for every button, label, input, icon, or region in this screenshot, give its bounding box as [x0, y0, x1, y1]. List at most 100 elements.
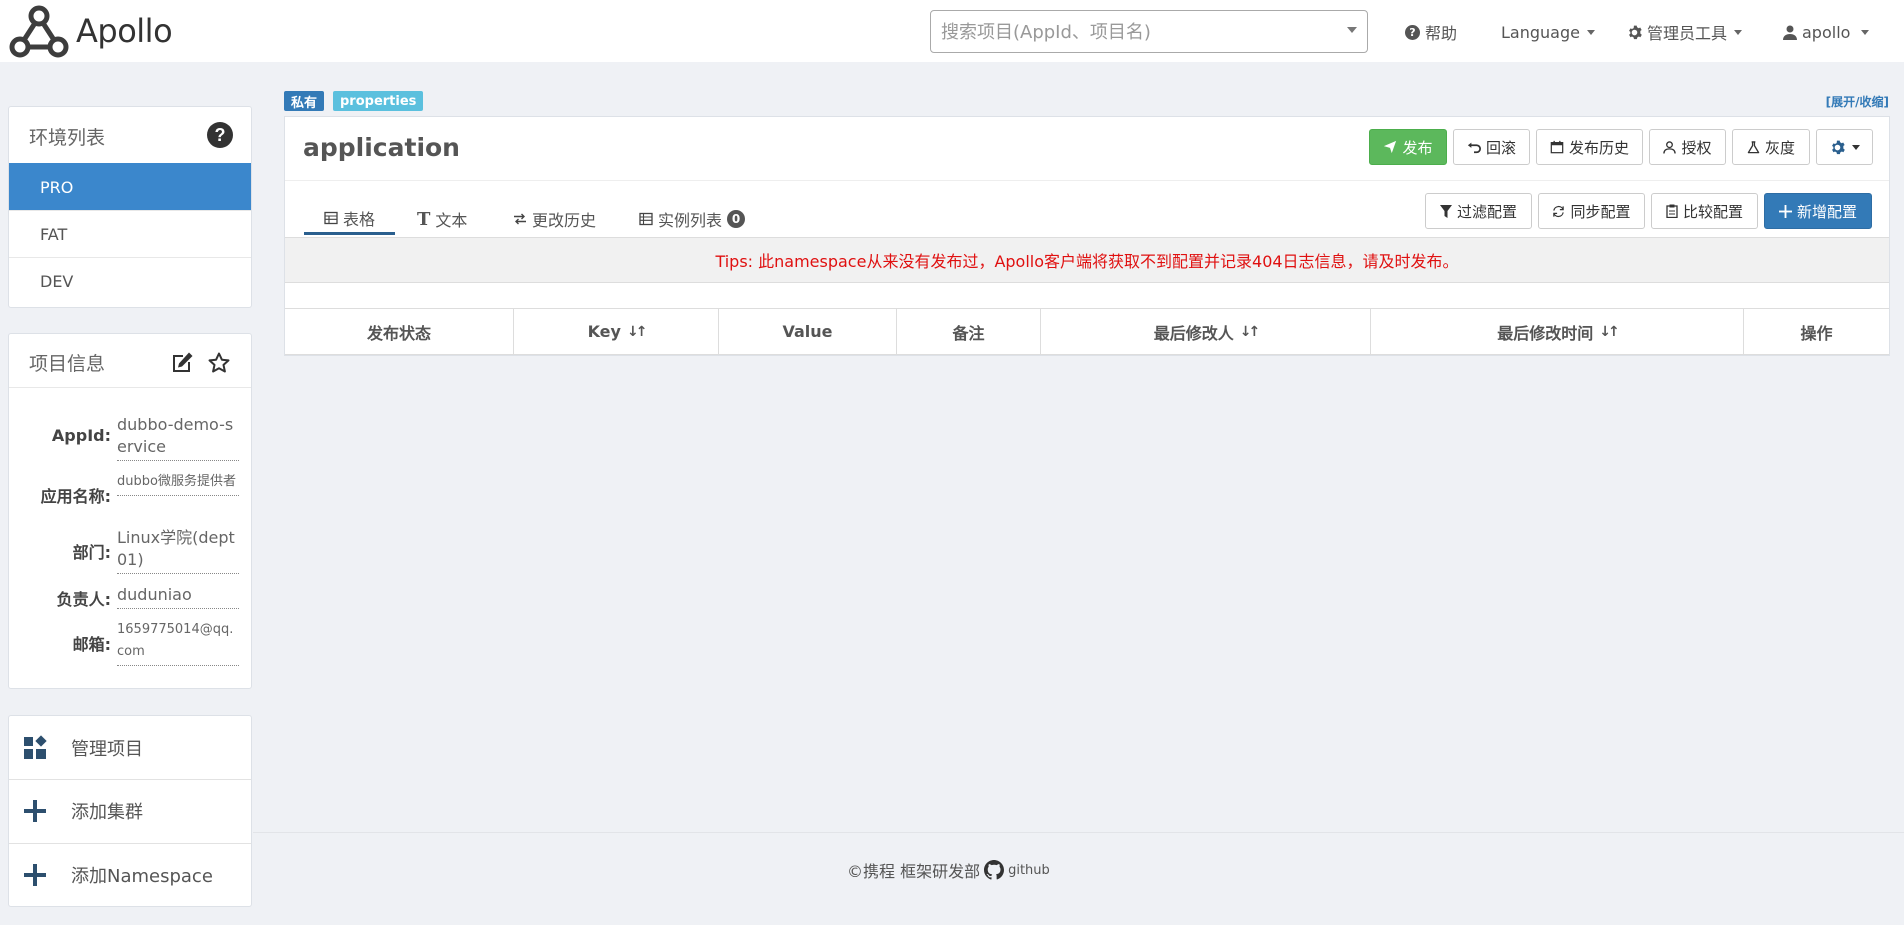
- caret-down-icon: [1851, 144, 1860, 150]
- help-link[interactable]: ? 帮助: [1405, 20, 1457, 44]
- release-history-button[interactable]: 发布历史: [1536, 129, 1643, 165]
- brand-name[interactable]: Apollo: [76, 12, 173, 50]
- add-config-label: 新增配置: [1796, 202, 1857, 221]
- header-divider: [285, 180, 1889, 181]
- info-label: AppId:: [51, 426, 111, 445]
- info-value: duduniao: [117, 584, 239, 609]
- action-label: 管理项目: [71, 738, 143, 760]
- column-header-modified-time[interactable]: 最后修改时间 ↓↑: [1371, 309, 1744, 354]
- settings-dropdown-button[interactable]: [1816, 129, 1873, 165]
- info-label: 应用名称:: [40, 487, 111, 506]
- caret-down-icon: [1586, 29, 1595, 35]
- language-dropdown[interactable]: Language: [1501, 20, 1595, 44]
- column-header-key[interactable]: Key ↓↑: [514, 309, 719, 354]
- user-name: apollo: [1802, 22, 1851, 42]
- project-info-header: 项目信息: [9, 334, 251, 388]
- info-label: 部门:: [72, 543, 111, 562]
- caret-down-icon: [1861, 29, 1870, 35]
- tab-instances[interactable]: 实例列表 0: [639, 203, 746, 235]
- rollback-button[interactable]: 回滚: [1453, 129, 1530, 165]
- info-value: dubbo-demo-service: [117, 414, 239, 461]
- tips-text: Tips: 此namespace从来没有发布过，Apollo客户端将获取不到配置…: [715, 252, 1459, 271]
- info-label: 邮箱:: [72, 635, 111, 654]
- add-config-button[interactable]: 新增配置: [1764, 193, 1872, 229]
- flask-icon: [1747, 140, 1760, 153]
- column-header-status: 发布状态: [285, 309, 514, 354]
- manage-project-button[interactable]: 管理项目: [9, 716, 251, 779]
- gear-icon: [1629, 25, 1642, 39]
- filter-config-button[interactable]: 过滤配置: [1425, 193, 1532, 229]
- column-header-operation: 操作: [1744, 309, 1889, 354]
- sort-icon[interactable]: ↓↑: [627, 324, 648, 340]
- compare-config-label: 比较配置: [1682, 202, 1743, 221]
- publish-label: 发布: [1402, 138, 1433, 157]
- footer-divider: [253, 832, 1904, 833]
- namespace-title: application: [303, 133, 460, 162]
- top-navbar: Apollo ? 帮助 Language 管理员工具 apollo: [0, 0, 1904, 62]
- star-icon[interactable]: [207, 351, 231, 375]
- footer: ©携程 框架研发部 github: [847, 858, 1050, 882]
- info-value: 1659775014@qq.com: [117, 619, 239, 666]
- sync-config-label: 同步配置: [1570, 202, 1631, 221]
- caret-down-icon: [1734, 29, 1743, 35]
- info-value: Linux学院(dept01): [117, 527, 239, 574]
- question-circle-icon[interactable]: ?: [207, 122, 233, 148]
- compare-config-button[interactable]: 比较配置: [1651, 193, 1758, 229]
- tab-label: 更改历史: [532, 211, 597, 230]
- env-list-title: 环境列表: [29, 127, 106, 149]
- user-icon: [1663, 140, 1677, 154]
- column-label: Value: [782, 322, 833, 341]
- project-info-title: 项目信息: [29, 353, 106, 375]
- expand-collapse-link[interactable]: [展开/收缩]: [1826, 93, 1889, 110]
- admin-tools-dropdown[interactable]: 管理员工具: [1627, 20, 1743, 44]
- github-icon[interactable]: [984, 860, 1005, 880]
- project-actions-panel: 管理项目 添加集群 添加Namespace: [8, 715, 252, 907]
- project-search[interactable]: [930, 10, 1368, 53]
- plus-icon: [24, 864, 46, 886]
- column-label: 操作: [1800, 323, 1833, 343]
- calendar-icon: [1550, 140, 1564, 154]
- env-item-fat[interactable]: FAT: [9, 210, 251, 257]
- question-circle-icon: ?: [1405, 24, 1420, 40]
- exchange-icon: [514, 213, 526, 225]
- text-icon: T: [417, 208, 431, 230]
- column-header-modifier[interactable]: 最后修改人 ↓↑: [1041, 309, 1371, 354]
- sync-config-button[interactable]: 同步配置: [1538, 193, 1645, 229]
- env-item-pro[interactable]: PRO: [9, 163, 251, 210]
- project-info-panel: 项目信息 AppId: dubbo-demo-service 应用名称: dub…: [8, 333, 252, 689]
- grant-button[interactable]: 授权: [1649, 129, 1726, 165]
- column-header-comment: 备注: [897, 309, 1041, 354]
- add-namespace-button[interactable]: 添加Namespace: [9, 843, 251, 906]
- user-icon: [1783, 25, 1797, 40]
- action-label: 添加Namespace: [71, 866, 213, 887]
- gray-release-button[interactable]: 灰度: [1732, 129, 1810, 165]
- list-icon: [639, 212, 653, 226]
- tab-table[interactable]: 表格: [304, 203, 395, 235]
- env-item-label: DEV: [40, 271, 74, 291]
- publish-button[interactable]: 发布: [1369, 129, 1447, 165]
- config-table: 发布状态 Key ↓↑ Value 备注 最后修改人 ↓↑ 最后修改时间 ↓↑ …: [285, 308, 1889, 355]
- add-cluster-button[interactable]: 添加集群: [9, 779, 251, 842]
- environment-list-panel: 环境列表 ? PRO FAT DEV: [8, 106, 252, 308]
- no-release-tips: Tips: 此namespace从来没有发布过，Apollo客户端将获取不到配置…: [285, 237, 1889, 283]
- env-item-label: FAT: [40, 224, 68, 244]
- table-icon: [324, 211, 338, 224]
- plus-icon: [24, 800, 46, 822]
- tab-change-history[interactable]: 更改历史: [513, 203, 596, 235]
- tab-text[interactable]: T 文本: [417, 203, 467, 235]
- github-link[interactable]: github: [1008, 863, 1050, 878]
- user-dropdown[interactable]: apollo: [1783, 20, 1870, 44]
- apollo-logo-icon[interactable]: [8, 4, 70, 60]
- sort-icon[interactable]: ↓↑: [1599, 324, 1620, 340]
- chevron-down-icon[interactable]: [1347, 27, 1357, 33]
- help-label: 帮助: [1425, 24, 1458, 43]
- format-badge: properties: [333, 91, 424, 111]
- language-label: Language: [1501, 22, 1580, 42]
- column-header-value: Value: [719, 309, 897, 354]
- grant-label: 授权: [1681, 138, 1712, 157]
- search-input[interactable]: [941, 20, 1331, 44]
- edit-icon[interactable]: [170, 351, 194, 375]
- filter-config-label: 过滤配置: [1456, 202, 1517, 221]
- sort-icon[interactable]: ↓↑: [1240, 324, 1261, 340]
- env-item-dev[interactable]: DEV: [9, 257, 251, 304]
